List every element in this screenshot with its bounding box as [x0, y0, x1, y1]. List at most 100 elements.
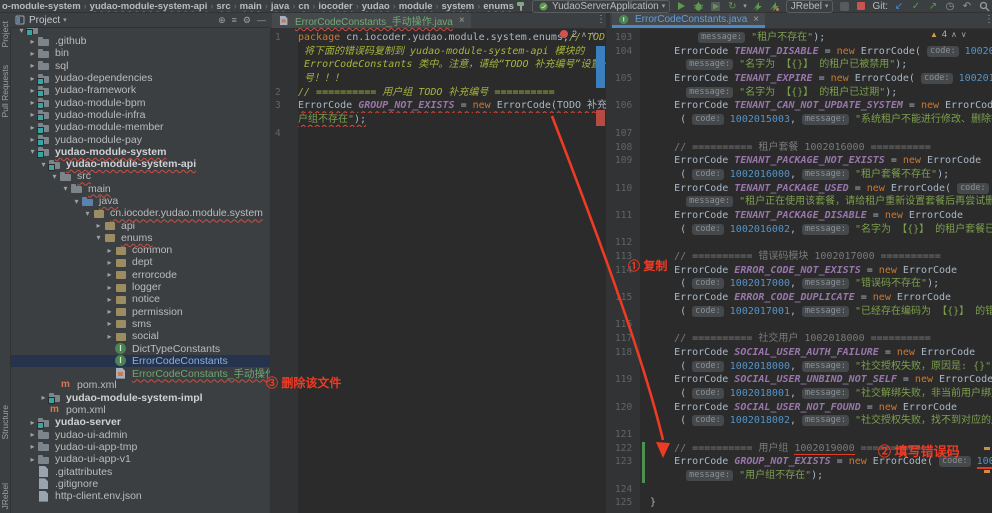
- search-everywhere-icon[interactable]: [978, 0, 990, 12]
- code-line[interactable]: message: "名字为 【{}】 的租户已过期");: [610, 86, 992, 100]
- code-line[interactable]: 125}: [610, 496, 992, 510]
- tree-item-api[interactable]: ▸ api: [10, 219, 270, 232]
- line-number[interactable]: 112: [610, 236, 640, 250]
- line-number[interactable]: [610, 113, 640, 127]
- tree-toggle-icon[interactable]: ▸: [104, 295, 115, 304]
- tree-toggle-icon[interactable]: ▸: [27, 49, 38, 58]
- tree-toggle-icon[interactable]: ▾: [93, 233, 104, 242]
- line-number[interactable]: 113: [610, 250, 640, 264]
- local-history-icon[interactable]: ◷: [944, 0, 956, 12]
- code-line[interactable]: message: "用户组不存在");: [610, 469, 992, 483]
- tree-toggle-icon[interactable]: ▸: [104, 258, 115, 267]
- tree-item-root-partial[interactable]: ▾: [10, 28, 270, 35]
- code-line[interactable]: 1 package cn.iocoder.yudao.module.system.…: [270, 31, 606, 45]
- tree-item-social[interactable]: ▸ social: [10, 330, 270, 342]
- tree-item-yudao-module-system-impl[interactable]: ▸ yudao-module-system-impl: [10, 392, 270, 405]
- line-number[interactable]: 117: [610, 332, 640, 346]
- line-number[interactable]: 120: [610, 401, 640, 415]
- line-number[interactable]: [610, 86, 640, 100]
- breadcrumb-item[interactable]: o-module-system: [2, 1, 81, 12]
- line-number[interactable]: [610, 223, 640, 237]
- code-line[interactable]: ( code: 1002016000, message: "租户套餐不存在");: [610, 168, 992, 182]
- tree-item-yudao-framework[interactable]: ▸ yudao-framework: [10, 84, 270, 97]
- tree-item--gitignore[interactable]: .gitignore: [10, 478, 270, 490]
- tree-item-yudao-module-member[interactable]: ▸ yudao-module-member: [10, 121, 270, 134]
- tree-item-yudao-module-bpm[interactable]: ▸ yudao-module-bpm: [10, 96, 270, 110]
- code-line[interactable]: 112: [610, 236, 992, 250]
- code-line[interactable]: 105 ErrorCode TENANT_EXPIRE = new ErrorC…: [610, 72, 992, 86]
- line-number[interactable]: 116: [610, 318, 640, 332]
- code-line[interactable]: 124: [610, 483, 992, 497]
- close-icon[interactable]: ×: [753, 14, 759, 25]
- right-scrollbar-mark[interactable]: [984, 470, 990, 473]
- next-error-icon[interactable]: ∨: [591, 30, 597, 39]
- breadcrumb[interactable]: o-module-system › yudao-module-system-api ›…: [2, 1, 515, 12]
- code-line[interactable]: 120 ErrorCode SOCIAL_USER_NOT_FOUND = ne…: [610, 401, 992, 415]
- code-line[interactable]: 121: [610, 428, 992, 442]
- code-line[interactable]: 122 // ========== 用户组 1002019000 =======…: [610, 441, 992, 456]
- tree-item-logger[interactable]: ▸ logger: [10, 281, 270, 293]
- right-scrollbar-mark[interactable]: [984, 447, 990, 450]
- code-line[interactable]: message: "名字为 【{}】 的租户已被禁用");: [610, 58, 992, 72]
- next-warning-icon[interactable]: ∨: [961, 30, 967, 39]
- line-number[interactable]: 108: [610, 141, 640, 155]
- line-number[interactable]: 109: [610, 154, 640, 168]
- breadcrumb-item[interactable]: system: [442, 1, 475, 12]
- line-number[interactable]: [610, 168, 640, 182]
- line-number[interactable]: 122: [610, 442, 640, 456]
- code-line[interactable]: 119 ErrorCode SOCIAL_USER_UNBIND_NOT_SEL…: [610, 373, 992, 387]
- tree-item-common[interactable]: ▸ common: [10, 244, 270, 256]
- tree-toggle-icon[interactable]: ▾: [71, 197, 82, 206]
- code-line[interactable]: ( code: 1002015003, message: "系统租户不能进行修改…: [610, 113, 992, 127]
- line-number[interactable]: 110: [610, 182, 640, 196]
- prev-warning-icon[interactable]: ∧: [951, 30, 957, 39]
- line-number[interactable]: 106: [610, 99, 640, 113]
- breadcrumb-item[interactable]: cn: [298, 1, 309, 12]
- code-line[interactable]: 号！！！: [270, 72, 606, 86]
- line-number[interactable]: [610, 195, 640, 209]
- code-line[interactable]: 118 ErrorCode SOCIAL_USER_AUTH_FAILURE =…: [610, 346, 992, 360]
- line-number[interactable]: [270, 72, 298, 86]
- line-number[interactable]: 104: [610, 45, 640, 59]
- line-number[interactable]: [610, 469, 640, 483]
- tree-item-yudao-dependencies[interactable]: ▸ yudao-dependencies: [10, 72, 270, 85]
- tree-toggle-icon[interactable]: ▸: [27, 442, 38, 451]
- tree-item-main[interactable]: ▾ main: [10, 183, 270, 195]
- line-number[interactable]: 105: [610, 72, 640, 86]
- code-line[interactable]: ( code: 1002018002, message: "社交授权失败，找不到…: [610, 414, 992, 428]
- tree-item--gitattributes[interactable]: .gitattributes: [10, 465, 270, 478]
- line-number[interactable]: 111: [610, 209, 640, 223]
- line-number[interactable]: 107: [610, 127, 640, 141]
- stripe-jrebel-button[interactable]: JRebel: [0, 483, 10, 509]
- line-number[interactable]: 119: [610, 373, 640, 387]
- jrebel-debug-icon[interactable]: [769, 0, 781, 12]
- stop-icon[interactable]: [855, 0, 867, 12]
- tree-toggle-icon[interactable]: ▾: [60, 184, 71, 193]
- tree-item-src[interactable]: ▾ src: [10, 170, 270, 182]
- line-number[interactable]: [610, 414, 640, 428]
- code-line[interactable]: 116: [610, 318, 992, 332]
- profiler-icon[interactable]: ↻: [726, 0, 738, 12]
- tree-toggle-icon[interactable]: ▸: [27, 61, 38, 70]
- left-scrollbar-block-mark[interactable]: [596, 46, 605, 88]
- code-line[interactable]: ( code: 1002016002, message: "名字为 【{}】 的…: [610, 223, 992, 237]
- code-line[interactable]: 户组不存在");: [270, 113, 606, 127]
- right-inspection-widget[interactable]: ▲ 4 ∧ ∨: [930, 29, 967, 39]
- tab-errorcodeconstants[interactable]: ErrorCodeConstants.java ×: [612, 13, 766, 28]
- line-number[interactable]: 2: [270, 86, 298, 100]
- tree-toggle-icon[interactable]: ▸: [104, 307, 115, 316]
- git-push-icon[interactable]: ↗: [927, 0, 939, 12]
- line-number[interactable]: [610, 58, 640, 72]
- chevron-down-icon[interactable]: ▾: [63, 16, 67, 24]
- code-line[interactable]: ( code: 1002017001, message: "已经存在编码为 【{…: [610, 305, 992, 319]
- tree-item-bin[interactable]: ▸ bin: [10, 47, 270, 59]
- more-icon[interactable]: ⋮: [984, 14, 992, 25]
- code-line[interactable]: message: "租户正在使用该套餐，请给租户重新设置套餐后再尝试删除");: [610, 195, 992, 209]
- tree-item--github[interactable]: ▸ .github: [10, 35, 270, 47]
- tree-item-yudao-server[interactable]: ▸ yudao-server: [10, 416, 270, 429]
- tree-item-errorcodeconstants-java[interactable]: ErrorCodeConstants_手动操作.java: [10, 367, 270, 380]
- code-line[interactable]: 2// ========== 用户组 TODO 补充编号 ==========: [270, 86, 606, 100]
- tree-item-notice[interactable]: ▸ notice: [10, 293, 270, 305]
- line-number[interactable]: 1: [270, 31, 298, 45]
- code-line[interactable]: 108 // ========== 租户套餐 1002016000 ======…: [610, 141, 992, 155]
